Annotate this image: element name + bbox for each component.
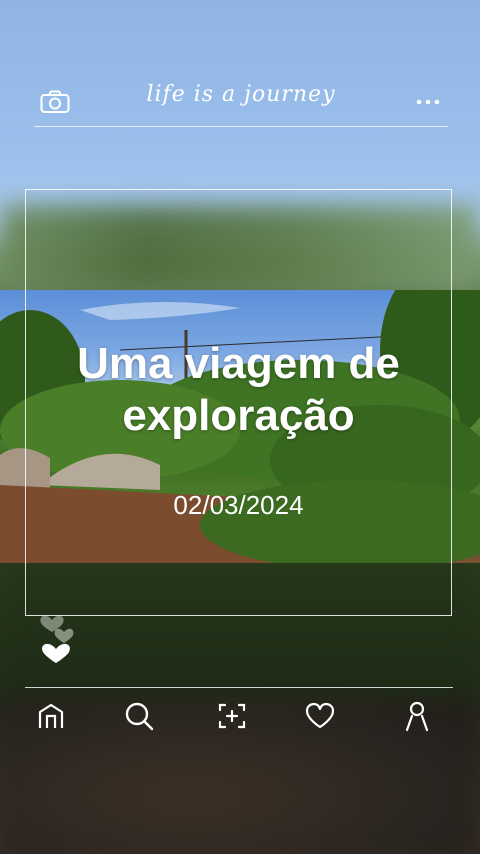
top-bar: life is a journey (34, 78, 448, 127)
more-dots-icon[interactable] (414, 92, 442, 112)
home-icon (38, 703, 64, 728)
nav-search[interactable] (119, 696, 159, 736)
nav-favorites[interactable] (300, 696, 340, 736)
post-title: Uma viagem de exploração (77, 339, 400, 440)
nav-profile[interactable] (397, 696, 437, 736)
profile-icon (405, 701, 429, 732)
app-logo: life is a journey (146, 82, 336, 107)
add-post-icon (218, 703, 246, 729)
hearts-icon[interactable] (38, 606, 82, 666)
app-screen: life is a journey Uma viagem de exploraç… (0, 0, 480, 854)
nav-divider (25, 687, 453, 688)
nav-add-post[interactable] (212, 696, 252, 736)
search-icon (125, 702, 154, 731)
heart-icon (305, 702, 335, 729)
post-date: 02/03/2024 (173, 490, 304, 520)
nav-home[interactable] (31, 696, 71, 736)
bottom-nav (25, 696, 453, 736)
